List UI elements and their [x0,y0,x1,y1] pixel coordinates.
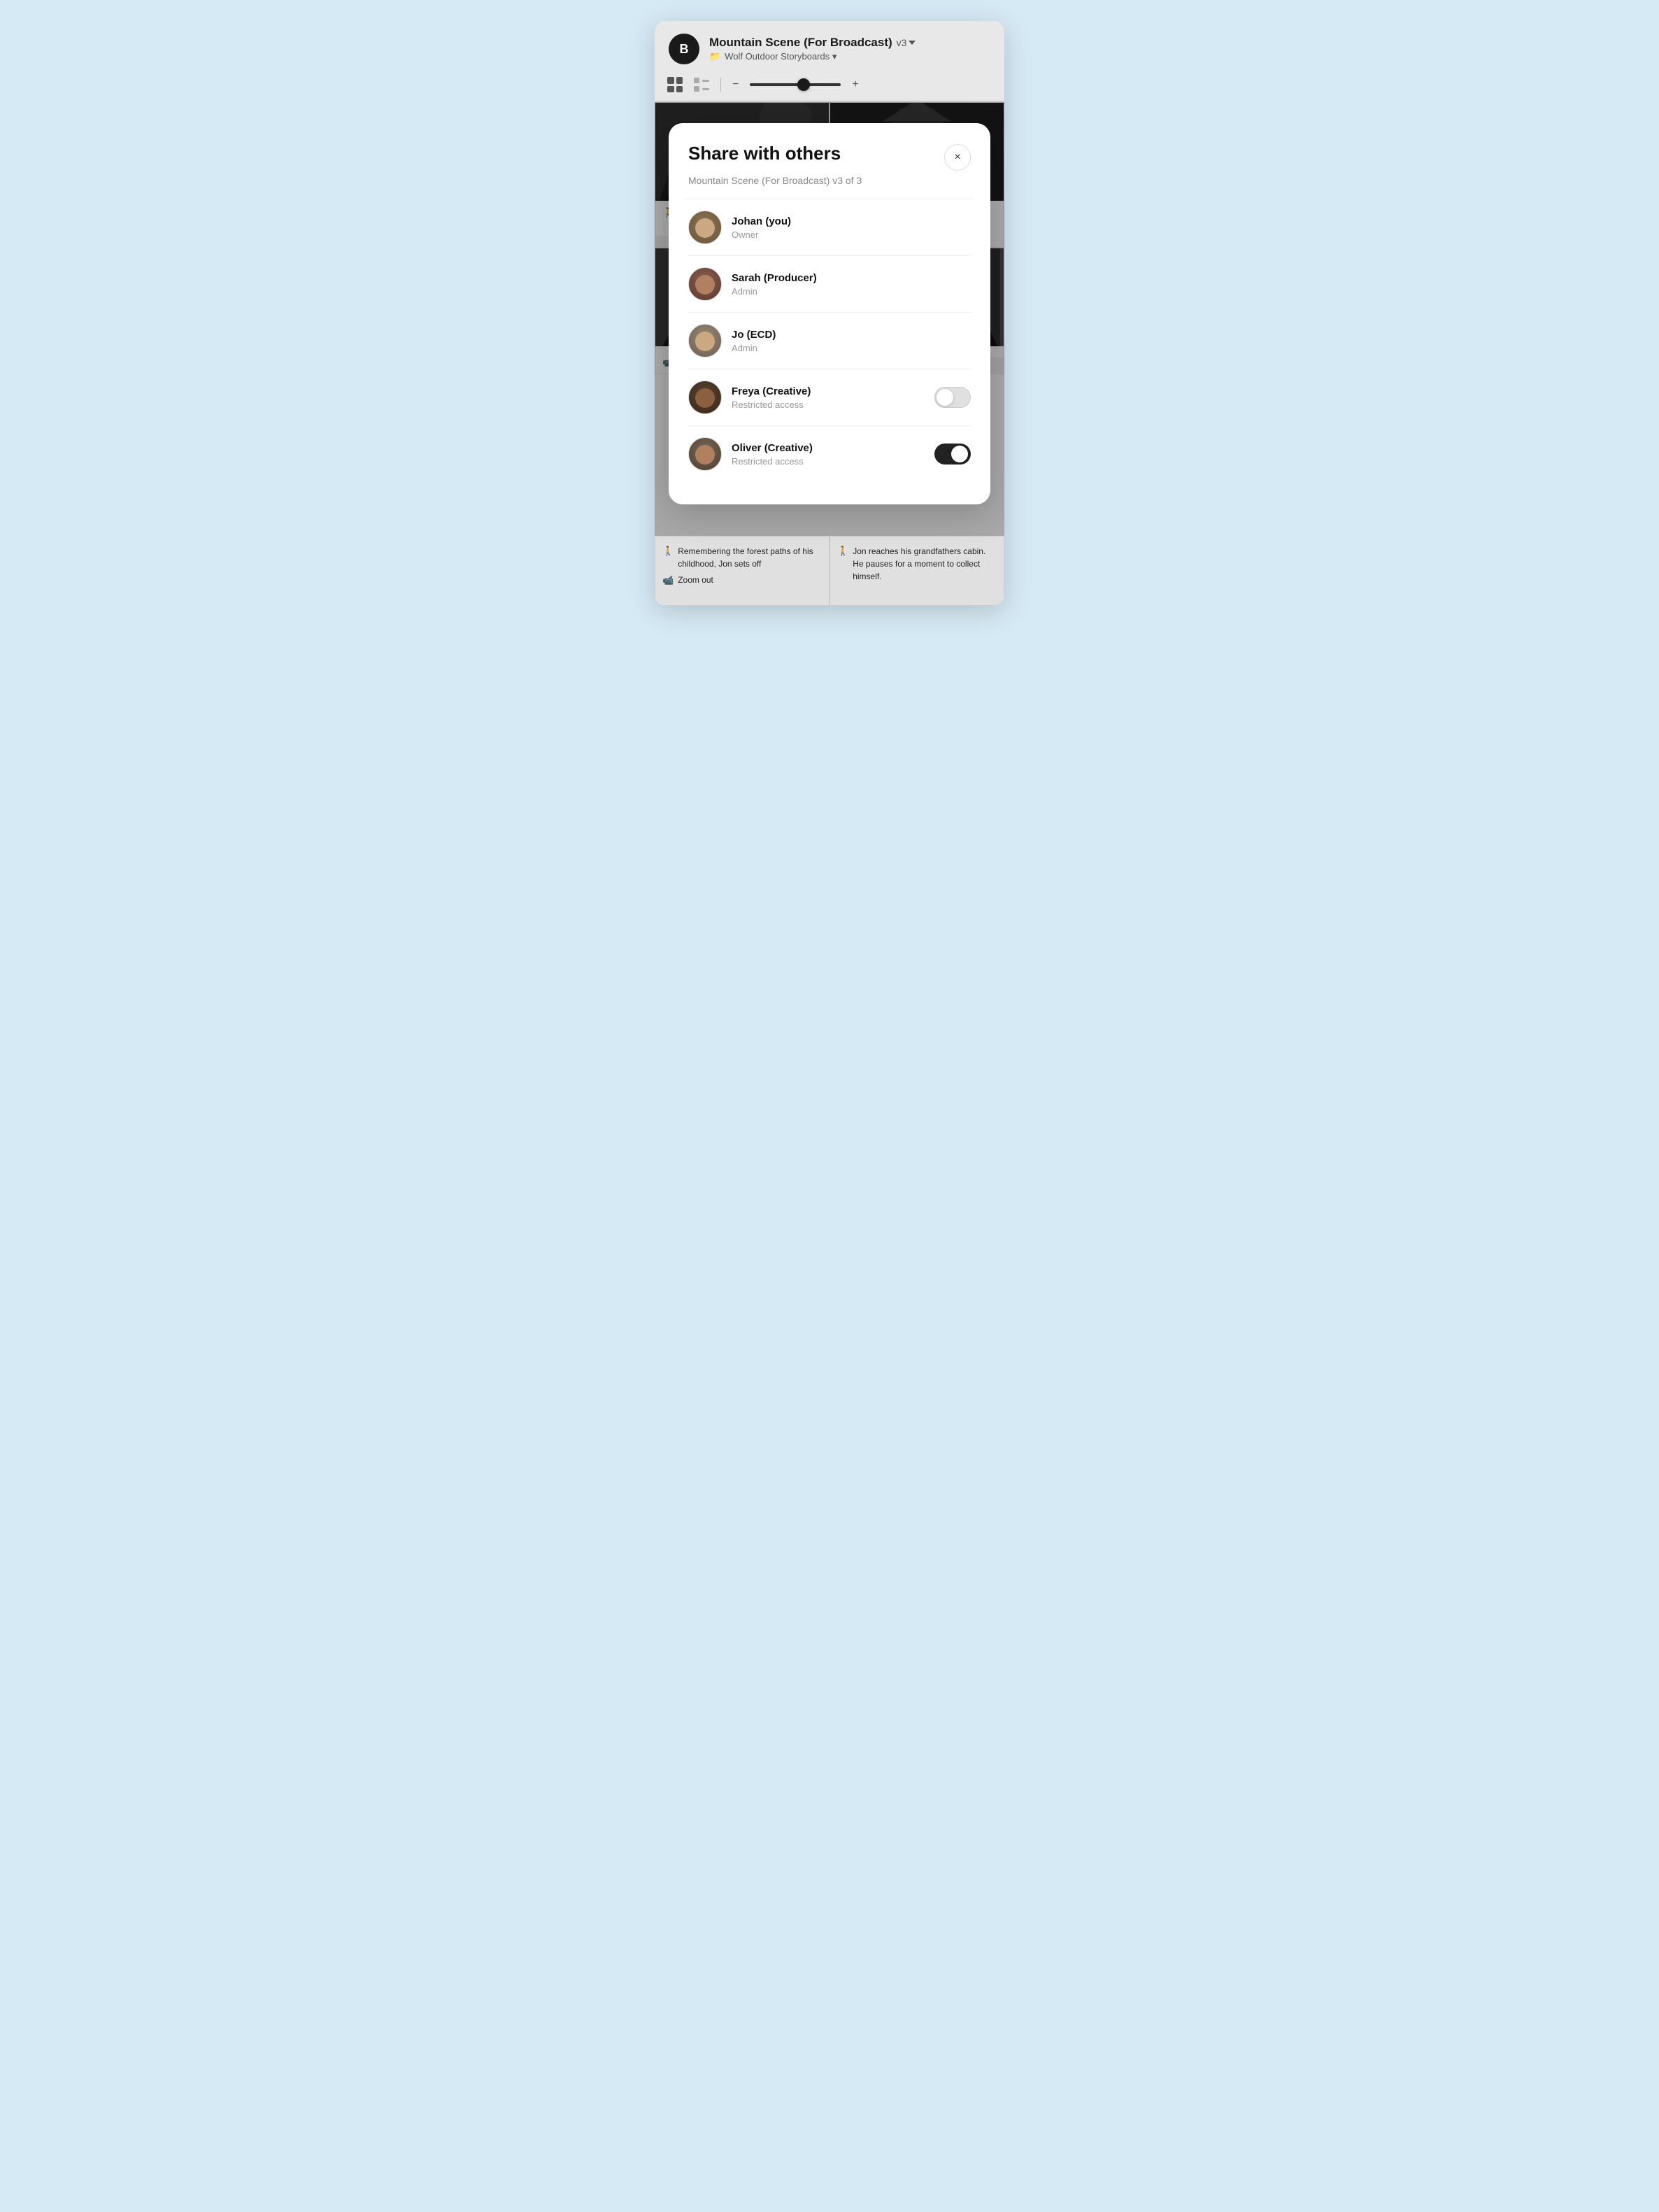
list-icon-line [702,88,709,90]
list-icon-line [702,80,709,82]
close-button[interactable]: × [944,144,971,171]
face-circle [695,388,715,408]
user-info-jo: Jo (ECD) Admin [732,328,971,354]
header-title: Mountain Scene (For Broadcast) v3 [709,36,916,50]
camera-icon: 📹 [662,575,674,586]
avatar-jo [688,324,722,357]
user-row-freya: Freya (Creative) Restricted access [688,369,971,426]
user-role: Owner [732,229,971,240]
header-text: Mountain Scene (For Broadcast) v3 📁 Wolf… [709,36,916,62]
app-window: B Mountain Scene (For Broadcast) v3 📁 Wo… [655,21,1004,606]
user-info-sarah: Sarah (Producer) Admin [732,271,971,297]
header-subtitle: 📁 Wolf Outdoor Storyboards ▾ [709,51,916,62]
modal-header: Share with others × [688,143,971,171]
version-dropdown[interactable]: v3 [897,37,916,48]
card-text: Remembering the forest paths of his chil… [678,545,822,570]
user-row-jo: Jo (ECD) Admin [688,313,971,369]
user-name: Freya (Creative) [732,385,925,399]
zoom-slider-thumb[interactable] [797,78,810,91]
camera-note-text: Zoom out [678,574,713,586]
user-row-sarah: Sarah (Producer) Admin [688,256,971,313]
version-chevron-icon [909,41,916,45]
bottom-cards: 🚶 Remembering the forest paths of his ch… [655,536,1004,606]
avatar-sarah [688,267,722,301]
user-role: Admin [732,286,971,297]
user-name: Johan (you) [732,215,971,229]
list-icon-square [694,78,699,83]
user-info-johan: Johan (you) Owner [732,215,971,241]
user-role: Restricted access [732,399,925,410]
face-circle [695,275,715,295]
modal-subtitle: Mountain Scene (For Broadcast) v3 of 3 [688,175,971,186]
user-role: Restricted access [732,456,925,467]
bottom-card-left: 🚶 Remembering the forest paths of his ch… [655,536,830,606]
oliver-toggle-container [934,444,971,465]
content-area: 🚶 Remembering the forest paths of his ch… [655,102,1004,536]
project-name-dropdown[interactable]: Wolf Outdoor Storyboards ▾ [725,51,836,62]
user-name: Sarah (Producer) [732,271,971,285]
user-name: Jo (ECD) [732,328,971,342]
face-circle [695,445,715,465]
list-icon-square [694,86,699,92]
card-text: Jon reaches his grandfathers cabin. He p… [853,545,997,583]
card-icon-row: 🚶 Remembering the forest paths of his ch… [662,545,822,570]
freya-toggle-container [934,387,971,408]
face-circle [695,218,715,238]
card-camera-row: 📹 Zoom out [662,574,822,586]
modal-title: Share with others [688,143,841,164]
user-row-oliver: Oliver (Creative) Restricted access [688,426,971,482]
zoom-slider-track[interactable] [750,83,841,86]
grid-view-icon[interactable] [667,77,683,92]
oliver-access-toggle[interactable] [934,444,971,465]
toolbar: − + [655,71,1004,102]
modal-overlay[interactable]: Share with others × Mountain Scene (For … [655,102,1004,536]
card-icon-row: 🚶 Jon reaches his grandfathers cabin. He… [837,545,997,583]
zoom-in-button[interactable]: + [852,78,858,91]
user-name: Oliver (Creative) [732,441,925,455]
bottom-card-right: 🚶 Jon reaches his grandfathers cabin. He… [830,536,1004,606]
avatar-johan [688,211,722,244]
user-role: Admin [732,343,971,353]
freya-access-toggle[interactable] [934,387,971,408]
header: B Mountain Scene (For Broadcast) v3 📁 Wo… [655,21,1004,71]
avatar-oliver [688,437,722,471]
folder-icon: 📁 [709,51,720,62]
toggle-thumb [951,446,968,462]
walk-icon: 🚶 [837,546,848,557]
toolbar-divider [720,78,721,92]
zoom-out-button[interactable]: − [732,78,739,91]
app-logo: B [669,34,699,64]
avatar-freya [688,381,722,414]
view-toggle-group [667,77,683,92]
user-info-freya: Freya (Creative) Restricted access [732,385,925,411]
user-info-oliver: Oliver (Creative) Restricted access [732,441,925,467]
list-view-icon[interactable] [694,78,709,92]
face-circle [695,332,715,351]
walk-icon: 🚶 [662,546,674,557]
user-row-johan: Johan (you) Owner [688,199,971,256]
project-title-text: Mountain Scene (For Broadcast) [709,36,892,50]
share-modal: Share with others × Mountain Scene (For … [669,123,990,504]
toggle-thumb [937,389,953,406]
